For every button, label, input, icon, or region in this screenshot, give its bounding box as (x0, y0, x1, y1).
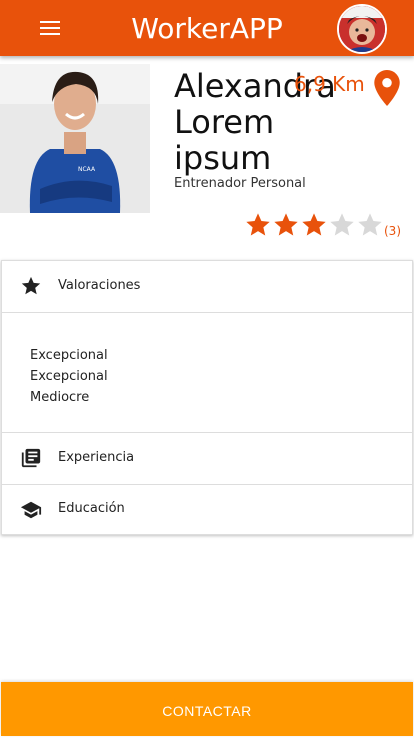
star-empty-icon (358, 213, 382, 236)
profile-photo: NCAA (0, 64, 150, 213)
review-item: Mediocre (30, 390, 90, 405)
experience-label: Experiencia (58, 450, 135, 465)
distance-label: 6,9 Km (294, 72, 365, 96)
worker-role: Entrenador Personal (174, 176, 306, 191)
location-pin-icon[interactable] (374, 70, 400, 106)
star-filled-icon (246, 213, 270, 236)
rating-stars (244, 211, 384, 239)
education-section-header[interactable]: Educación (2, 485, 412, 535)
education-label: Educación (58, 501, 125, 516)
profile-header: NCAA Alexandra Lorem ipsum Entrenador Pe… (0, 64, 414, 254)
reviews-section-header[interactable]: Valoraciones (2, 261, 412, 312)
review-item: Excepcional (30, 348, 108, 363)
rating-count: (3) (384, 224, 401, 238)
reviews-label: Valoraciones (58, 278, 141, 293)
school-icon (20, 501, 42, 519)
star-filled-icon (274, 213, 298, 236)
divider (2, 312, 412, 313)
contact-button[interactable]: CONTACTAR (1, 682, 413, 736)
star-empty-icon (330, 213, 354, 236)
svg-text:NCAA: NCAA (78, 166, 96, 173)
reviews-list: Excepcional Excepcional Mediocre (30, 345, 108, 408)
details-card: Valoraciones Excepcional Excepcional Medio… (1, 260, 413, 535)
experience-section-header[interactable]: Experiencia (2, 433, 412, 484)
app-bar: WorkerAPP (0, 0, 414, 56)
user-avatar[interactable] (337, 4, 387, 54)
star-icon (21, 276, 41, 295)
library-books-icon (21, 448, 41, 468)
review-item: Excepcional (30, 369, 108, 384)
star-filled-icon (302, 213, 326, 236)
